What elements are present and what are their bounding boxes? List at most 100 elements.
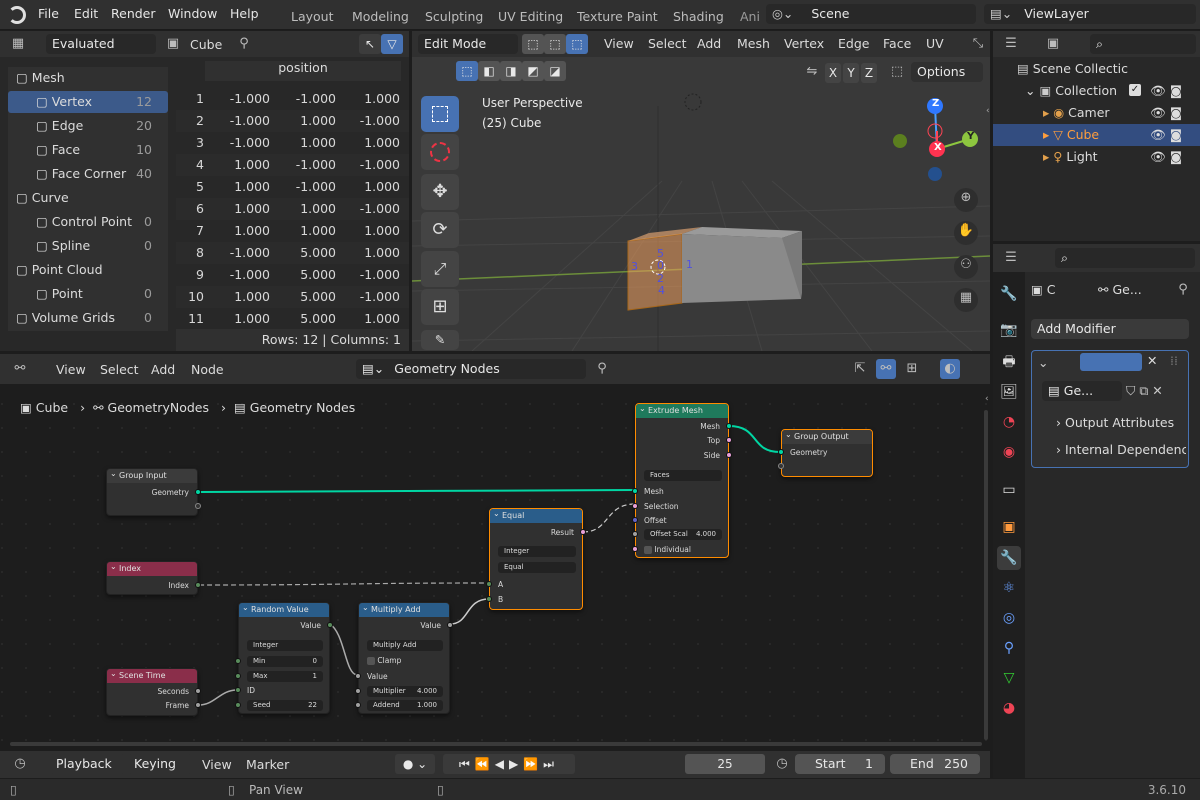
selected-only-toggle[interactable]: ↖ bbox=[359, 34, 381, 54]
node-menu-view[interactable]: View bbox=[56, 362, 86, 377]
move-tool[interactable]: ✥ bbox=[421, 174, 459, 210]
node-tree-selector[interactable]: ▤⌄ Geometry Nodes bbox=[356, 359, 586, 379]
random-min-field[interactable]: Min 0 bbox=[247, 656, 323, 667]
tab-uv-editing[interactable]: UV Editing bbox=[498, 9, 563, 24]
select-box-tool[interactable] bbox=[421, 96, 459, 132]
particles-tab-icon[interactable]: ⚛ bbox=[997, 576, 1021, 600]
outliner-camera-item[interactable]: ▸ ◉ Camer bbox=[1043, 102, 1110, 124]
select-subtract-icon[interactable]: ◨ bbox=[500, 61, 522, 81]
addend-socket[interactable] bbox=[355, 702, 361, 708]
equal-mode-select[interactable]: Equal bbox=[498, 562, 576, 573]
domain-item-curve[interactable]: ▢ Curve bbox=[8, 187, 168, 209]
view-layer-tab-icon[interactable]: 🖼 bbox=[997, 380, 1021, 404]
outliner-search-input[interactable]: ⌕ bbox=[1090, 34, 1196, 54]
start-frame-field[interactable]: Start 1 bbox=[795, 754, 885, 774]
viewport-menu-add[interactable]: Add bbox=[697, 36, 721, 51]
light-eye-icon[interactable]: 👁 ◙ bbox=[1150, 146, 1182, 168]
domain-item-control-point[interactable]: ▢ Control Point 0 bbox=[8, 211, 168, 233]
keying-menu[interactable]: Keying bbox=[128, 754, 192, 774]
offset-scale-socket[interactable] bbox=[632, 531, 638, 537]
mode-select[interactable]: Edit Mode bbox=[418, 34, 518, 54]
properties-editor-type-icon[interactable]: ☰ bbox=[1001, 248, 1021, 268]
transform-tool[interactable]: ⊞ bbox=[421, 289, 459, 325]
output-attributes-section[interactable]: › Output Attributes bbox=[1056, 415, 1174, 430]
editor-type-icon[interactable]: ▦ bbox=[8, 34, 28, 54]
scene-time-frame-socket[interactable] bbox=[195, 702, 201, 708]
viewport-menu-view[interactable]: View bbox=[604, 36, 634, 51]
menu-window[interactable]: Window bbox=[168, 6, 217, 21]
edge-select-mode[interactable]: ⬚ bbox=[544, 34, 566, 54]
domain-item-edge[interactable]: ▢ Edge 20 bbox=[8, 115, 168, 137]
extrude-mesh-in-socket[interactable] bbox=[632, 488, 638, 494]
multiply-add-output-socket[interactable] bbox=[447, 622, 453, 628]
node-pin-icon[interactable]: ⚲ bbox=[592, 359, 612, 379]
world-tab-icon[interactable]: ◉ bbox=[997, 440, 1021, 464]
multiply-add-value-socket[interactable] bbox=[355, 673, 361, 679]
playback-menu[interactable]: Playback bbox=[50, 754, 125, 774]
outliner-cube-item[interactable]: ▸ ▽ Cube bbox=[1043, 124, 1099, 146]
material-tab-icon[interactable]: ◕ bbox=[997, 696, 1021, 720]
extrude-offset-socket[interactable] bbox=[632, 517, 638, 523]
select-new-icon[interactable]: ⬚ bbox=[456, 61, 478, 81]
snap-icon[interactable]: ⬚ bbox=[887, 62, 907, 82]
modifier-close-icon[interactable]: ✕ bbox=[1147, 353, 1157, 368]
multiply-add-node[interactable]: Multiply Add Value Multiply Add Clamp Va… bbox=[355, 601, 453, 714]
pan-hand-icon[interactable]: ✋ bbox=[954, 221, 978, 245]
group-input-empty-socket[interactable] bbox=[195, 503, 201, 509]
domain-item-face[interactable]: ▢ Face 10 bbox=[8, 139, 168, 161]
node-sidebar-toggle-icon[interactable]: ‹ bbox=[985, 394, 989, 404]
outliner-light-item[interactable]: ▸ ♀ Light bbox=[1043, 146, 1098, 168]
viewport-menu-edge[interactable]: Edge bbox=[838, 36, 869, 51]
extrude-mode-select[interactable]: Faces bbox=[644, 470, 722, 481]
blender-logo-icon[interactable] bbox=[8, 6, 26, 24]
preview-range-icon[interactable]: ◷ bbox=[772, 754, 792, 774]
domain-item-mesh[interactable]: ▢ Mesh bbox=[8, 67, 168, 89]
tab-texture-paint[interactable]: Texture Paint bbox=[577, 9, 658, 24]
random-value-output-socket[interactable] bbox=[327, 622, 333, 628]
scale-tool[interactable]: ⤢ bbox=[421, 251, 459, 287]
scene-selector[interactable]: ◎⌄ Scene bbox=[766, 4, 976, 24]
individual-checkbox[interactable]: Individual bbox=[644, 545, 691, 554]
extrude-mesh-out-socket[interactable] bbox=[726, 423, 732, 429]
camera-view-icon[interactable]: ⚇ bbox=[954, 255, 978, 279]
random-value-node[interactable]: Random Value Value Integer Min0 Max1 ID … bbox=[235, 601, 333, 714]
menu-file[interactable]: File bbox=[38, 6, 59, 21]
timeline-editor-type-icon[interactable]: ◷ bbox=[10, 754, 30, 774]
properties-pin-icon[interactable]: ⚲ bbox=[1173, 280, 1193, 300]
vertex-select-mode[interactable]: ⬚ bbox=[522, 34, 544, 54]
sidebar-toggle-icon[interactable]: ‹ bbox=[986, 106, 990, 126]
node-editor-scrollbar[interactable] bbox=[984, 410, 988, 740]
random-type-select[interactable]: Integer bbox=[247, 640, 323, 651]
domain-item-point-cloud[interactable]: ▢ Point Cloud bbox=[8, 259, 168, 281]
menu-render[interactable]: Render bbox=[111, 6, 156, 21]
modifier-tab-icon[interactable]: 🔧 bbox=[997, 546, 1021, 570]
offset-scale-field[interactable]: Offset Scal 4.000 bbox=[644, 529, 722, 540]
group-output-empty-socket[interactable] bbox=[778, 463, 784, 469]
rotate-tool[interactable]: ⟳ bbox=[421, 212, 459, 248]
clamp-checkbox[interactable]: Clamp bbox=[367, 656, 401, 665]
extrude-mesh-node[interactable]: Extrude Mesh Mesh Top Side Faces Mesh Se… bbox=[632, 402, 732, 558]
group-output-geometry-socket[interactable] bbox=[778, 449, 784, 455]
grid-view-icon[interactable]: ▦ bbox=[954, 288, 978, 312]
add-modifier-button[interactable]: Add Modifier bbox=[1031, 319, 1189, 339]
fake-user-icon[interactable]: ⛉ ⧉ ✕ bbox=[1126, 383, 1163, 399]
group-output-node[interactable]: Group Output Geometry bbox=[778, 428, 873, 477]
parent-node-tree-icon[interactable]: ⇱ bbox=[850, 359, 870, 379]
node-menu-select[interactable]: Select bbox=[100, 362, 139, 377]
viewport-3d[interactable]: Edit Mode ⬚ ⬚ ⬚ View Select Add Mesh Ver… bbox=[412, 31, 990, 351]
domain-item-point[interactable]: ▢ Point 0 bbox=[8, 283, 168, 305]
pin-icon[interactable]: ⚲ bbox=[234, 34, 254, 54]
addend-field[interactable]: Addend 1.000 bbox=[367, 700, 443, 711]
evaluation-mode-select[interactable]: Evaluated bbox=[46, 34, 156, 54]
transform-icon[interactable]: ⤡ bbox=[968, 34, 988, 54]
render-tab-icon[interactable]: 📷 bbox=[997, 318, 1021, 342]
modifier-drag-handle[interactable]: ⁞⁞ bbox=[1170, 353, 1178, 368]
end-frame-field[interactable]: End 250 bbox=[890, 754, 980, 774]
collection-checkbox[interactable]: ✓ bbox=[1129, 84, 1141, 96]
modifier-expand-icon[interactable]: ⌄ bbox=[1038, 355, 1048, 370]
node-editor-type-icon[interactable]: ⚯ bbox=[10, 359, 30, 379]
index-node[interactable]: Index Index bbox=[106, 560, 201, 595]
outliner-editor-type-icon[interactable]: ☰ bbox=[1001, 34, 1021, 54]
node-editor-h-scrollbar[interactable] bbox=[10, 742, 982, 746]
physics-tab-icon[interactable]: ◎ bbox=[997, 606, 1021, 630]
